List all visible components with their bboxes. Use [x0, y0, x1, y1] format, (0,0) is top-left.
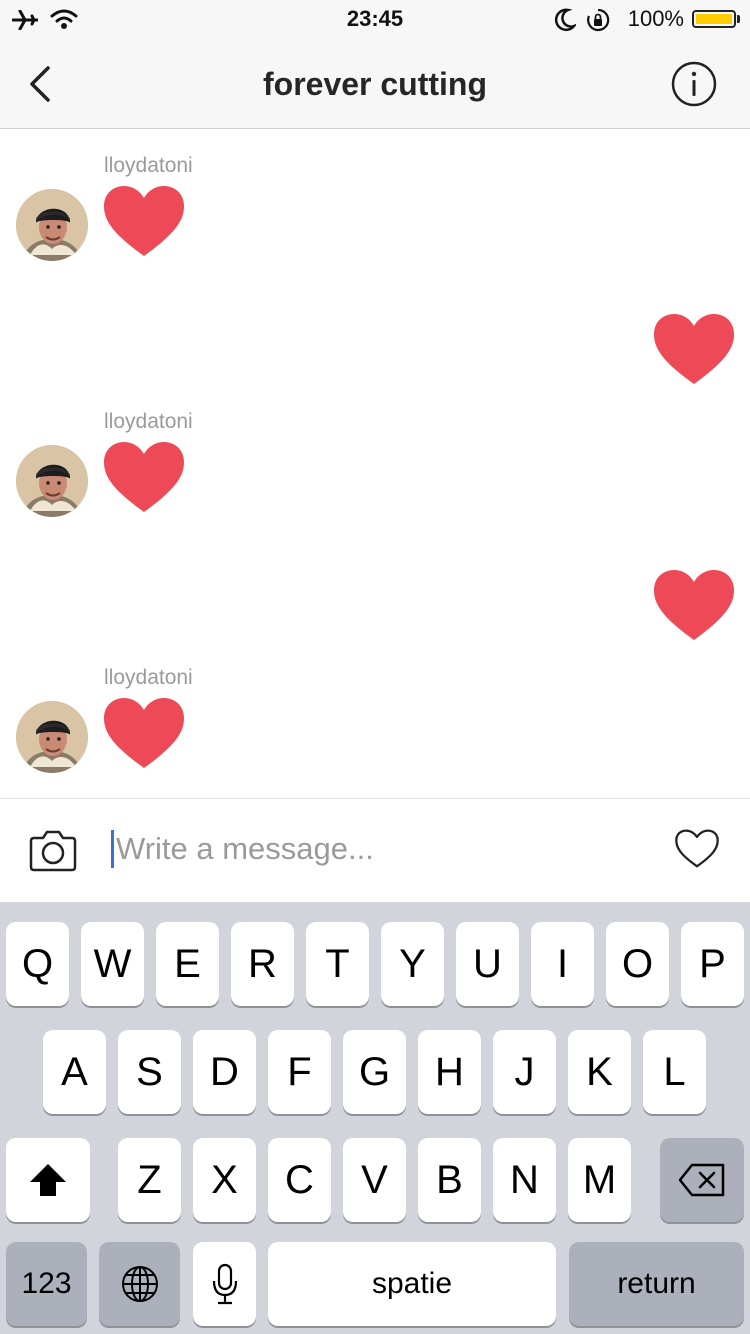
- heart-outline-icon[interactable]: [674, 828, 720, 870]
- key-i[interactable]: I: [531, 922, 594, 1006]
- message-input[interactable]: [116, 823, 656, 875]
- key-u[interactable]: U: [456, 922, 519, 1006]
- sender-name: lloydatoni: [104, 666, 193, 689]
- key-c[interactable]: C: [268, 1138, 331, 1222]
- key-b[interactable]: B: [418, 1138, 481, 1222]
- status-bar: 23:45 100%: [0, 0, 750, 40]
- keyboard: Q W E R T Y U I O P A S D F G H J K L Z …: [0, 902, 750, 1334]
- globe-key[interactable]: [99, 1242, 180, 1326]
- text-cursor: [111, 830, 114, 868]
- space-key[interactable]: spatie: [268, 1242, 556, 1326]
- key-y[interactable]: Y: [381, 922, 444, 1006]
- key-p[interactable]: P: [681, 922, 744, 1006]
- key-d[interactable]: D: [193, 1030, 256, 1114]
- battery-icon: [692, 10, 736, 28]
- microphone-key[interactable]: [193, 1242, 256, 1326]
- info-icon[interactable]: [670, 60, 718, 108]
- heart-message-icon[interactable]: [104, 442, 184, 514]
- rotation-lock-icon: [587, 8, 610, 32]
- battery-cap: [737, 15, 740, 23]
- battery-fill: [696, 14, 732, 24]
- camera-icon[interactable]: [28, 829, 78, 873]
- key-g[interactable]: G: [343, 1030, 406, 1114]
- key-j[interactable]: J: [493, 1030, 556, 1114]
- key-e[interactable]: E: [156, 922, 219, 1006]
- key-r[interactable]: R: [231, 922, 294, 1006]
- sender-name: lloydatoni: [104, 154, 193, 177]
- heart-message-icon[interactable]: [104, 186, 184, 258]
- key-v[interactable]: V: [343, 1138, 406, 1222]
- key-l[interactable]: L: [643, 1030, 706, 1114]
- key-n[interactable]: N: [493, 1138, 556, 1222]
- shift-icon: [30, 1164, 66, 1196]
- key-z[interactable]: Z: [118, 1138, 181, 1222]
- key-o[interactable]: O: [606, 922, 669, 1006]
- moon-icon: [554, 8, 576, 32]
- avatar[interactable]: [16, 701, 88, 773]
- conversation-title: forever cutting: [262, 66, 488, 102]
- heart-message-icon[interactable]: [654, 314, 734, 386]
- key-f[interactable]: F: [268, 1030, 331, 1114]
- globe-icon: [121, 1266, 158, 1302]
- heart-message-icon[interactable]: [104, 698, 184, 770]
- microphone-icon: [212, 1263, 237, 1305]
- avatar-partial: [16, 96, 88, 132]
- key-w[interactable]: W: [81, 922, 144, 1006]
- key-x[interactable]: X: [193, 1138, 256, 1222]
- sender-name: lloydatoni: [104, 410, 193, 433]
- nav-bar: forever cutting: [0, 40, 750, 129]
- backspace-icon: [678, 1163, 725, 1197]
- heart-message-icon[interactable]: [654, 570, 734, 642]
- message-composer: [0, 798, 750, 903]
- return-key[interactable]: return: [569, 1242, 744, 1326]
- avatar[interactable]: [16, 189, 88, 261]
- key-s[interactable]: S: [118, 1030, 181, 1114]
- key-m[interactable]: M: [568, 1138, 631, 1222]
- shift-key[interactable]: [6, 1138, 90, 1222]
- key-a[interactable]: A: [43, 1030, 106, 1114]
- numbers-key[interactable]: 123: [6, 1242, 87, 1326]
- key-h[interactable]: H: [418, 1030, 481, 1114]
- key-t[interactable]: T: [306, 922, 369, 1006]
- backspace-key[interactable]: [660, 1138, 744, 1222]
- key-q[interactable]: Q: [6, 922, 69, 1006]
- avatar[interactable]: [16, 445, 88, 517]
- battery-percentage: 100%: [627, 6, 684, 31]
- key-k[interactable]: K: [568, 1030, 631, 1114]
